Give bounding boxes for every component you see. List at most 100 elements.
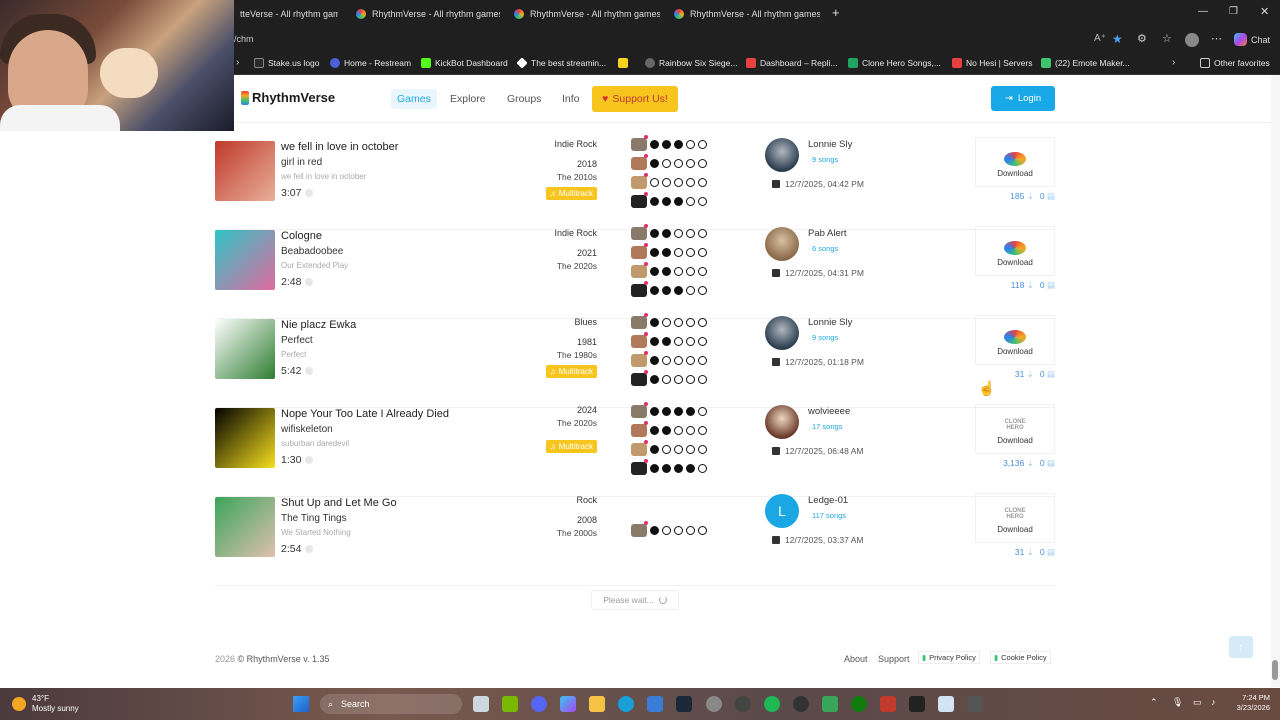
- p-app-icon[interactable]: [909, 696, 925, 712]
- nav-groups[interactable]: Groups: [501, 89, 547, 109]
- game-app-icon[interactable]: [880, 696, 896, 712]
- uploader-song-count[interactable]: 6 songs: [812, 244, 838, 253]
- taskbar-clock[interactable]: 7:24 PM 3/23/2026: [1228, 693, 1270, 713]
- xbox-icon[interactable]: [851, 696, 867, 712]
- song-artist[interactable]: The Ting Tings: [281, 513, 347, 524]
- song-row[interactable]: Cologne Beabadoobee Our Extended Play 2:…: [215, 224, 1055, 319]
- cookie-policy-link[interactable]: ▮ Cookie Policy: [990, 651, 1051, 664]
- tray-overflow-icon[interactable]: ⌃: [1150, 697, 1158, 708]
- song-title[interactable]: Nope Your Too Late I Already Died: [281, 408, 449, 420]
- nvidia-icon[interactable]: [502, 696, 518, 712]
- store-icon[interactable]: [647, 696, 663, 712]
- copilot-taskbar-icon[interactable]: [560, 696, 576, 712]
- extensions-icon[interactable]: ⚙: [1137, 32, 1147, 45]
- uploader-name[interactable]: Ledge-01: [808, 495, 848, 506]
- download-button[interactable]: Download: [975, 315, 1055, 365]
- song-row[interactable]: we fell in love in october girl in red w…: [215, 135, 1055, 230]
- song-artist[interactable]: wifiskeleton: [281, 424, 333, 435]
- bookmark-item[interactable]: Clone Hero Songs,...: [848, 56, 941, 70]
- song-artist[interactable]: Perfect: [281, 335, 313, 346]
- song-row[interactable]: Shut Up and Let Me Go The Ting Tings We …: [215, 493, 1055, 586]
- close-window-icon[interactable]: ✕: [1260, 5, 1269, 18]
- favorites-icon[interactable]: ☆: [1162, 32, 1172, 45]
- download-button[interactable]: CLONE HERO Download: [975, 493, 1055, 543]
- download-button[interactable]: Download: [975, 226, 1055, 276]
- uploader-avatar[interactable]: [765, 405, 799, 439]
- extra-app-icon[interactable]: [967, 696, 983, 712]
- uploader-avatar[interactable]: L: [765, 494, 799, 528]
- volume-icon[interactable]: ♪: [1211, 697, 1216, 707]
- footer-about-link[interactable]: About: [844, 654, 868, 664]
- scroll-to-top-button[interactable]: ↑: [1229, 636, 1253, 658]
- uploader-song-count[interactable]: 17 songs: [812, 422, 842, 431]
- bookmark-item[interactable]: (22) Emote Maker...: [1041, 56, 1130, 70]
- new-tab-button[interactable]: +: [832, 5, 840, 20]
- spotify-icon[interactable]: [764, 696, 780, 712]
- nav-info[interactable]: Info: [556, 89, 586, 109]
- album-cover[interactable]: [215, 319, 275, 379]
- uploader-name[interactable]: wolvieeee: [808, 406, 850, 417]
- weather-widget[interactable]: 43°F Mostly sunny: [12, 694, 79, 714]
- b-app-icon[interactable]: [822, 696, 838, 712]
- scrollbar-thumb[interactable]: [1272, 660, 1278, 680]
- browser-tab[interactable]: RhythmVerse - All rhythm games c✕: [350, 4, 500, 24]
- page-scrollbar[interactable]: [1271, 75, 1280, 687]
- uploader-song-count[interactable]: 9 songs: [812, 333, 838, 342]
- info-icon[interactable]: [305, 367, 314, 375]
- info-icon[interactable]: [305, 278, 314, 286]
- bookmark-item[interactable]: Rainbow Six Siege...: [645, 56, 737, 70]
- song-row[interactable]: Nope Your Too Late I Already Died wifisk…: [215, 402, 1055, 497]
- url-text[interactable]: /chm: [234, 34, 254, 44]
- song-title[interactable]: Cologne: [281, 230, 322, 242]
- bookmark-overflow-left-icon[interactable]: ›: [236, 57, 239, 68]
- mic-icon[interactable]: 🎙︎: [1172, 697, 1183, 708]
- profile-avatar[interactable]: [1185, 33, 1199, 47]
- bookmark-item[interactable]: Home - Restream: [330, 56, 411, 70]
- minimize-icon[interactable]: —: [1198, 6, 1208, 17]
- windows-start-icon[interactable]: [293, 696, 309, 712]
- uploader-song-count[interactable]: 117 songs: [812, 511, 846, 520]
- browser-tab[interactable]: RhythmVerse - All rhythm games c✕: [508, 4, 660, 24]
- monitor-icon[interactable]: ▭: [1193, 697, 1202, 708]
- song-row[interactable]: Nie placz Ewka Perfect Perfect 5:42 Blue…: [215, 313, 1055, 408]
- song-title[interactable]: Shut Up and Let Me Go: [281, 497, 397, 509]
- login-button[interactable]: ⇥ Login: [991, 86, 1055, 111]
- song-artist[interactable]: Beabadoobee: [281, 246, 343, 257]
- read-aloud-icon[interactable]: A⁺: [1094, 33, 1106, 44]
- browser-tab[interactable]: RhythmVerse - All rhythm games c✕: [668, 4, 820, 24]
- download-button[interactable]: CLONE HERO Download: [975, 404, 1055, 454]
- info-icon[interactable]: [305, 189, 314, 197]
- taskbar-search[interactable]: ⌕ Search: [320, 694, 462, 714]
- album-cover[interactable]: [215, 408, 275, 468]
- copilot-chat-button[interactable]: Chat: [1234, 33, 1270, 46]
- album-cover[interactable]: [215, 497, 275, 557]
- album-cover[interactable]: [215, 230, 275, 290]
- uploader-avatar[interactable]: [765, 227, 799, 261]
- task-view-icon[interactable]: [473, 696, 489, 712]
- site-logo[interactable]: RhythmVerse: [241, 90, 335, 105]
- other-favorites[interactable]: Other favorites: [1200, 56, 1270, 70]
- settings-icon[interactable]: [735, 696, 751, 712]
- song-title[interactable]: Nie placz Ewka: [281, 319, 356, 331]
- privacy-policy-link[interactable]: ▮ Privacy Policy: [918, 651, 980, 664]
- song-title[interactable]: we fell in love in october: [281, 141, 398, 153]
- nav-games[interactable]: Games: [391, 89, 437, 109]
- footer-support-link[interactable]: Support: [878, 654, 910, 664]
- info-icon[interactable]: [305, 456, 314, 464]
- bookmark-item[interactable]: KickBot Dashboard: [421, 56, 508, 70]
- favorite-star-icon[interactable]: ★: [1112, 32, 1123, 46]
- file-explorer-icon[interactable]: [589, 696, 605, 712]
- window-app-icon[interactable]: [938, 696, 954, 712]
- uploader-name[interactable]: Pab Alert: [808, 228, 847, 239]
- bookmark-item[interactable]: Stake.us logo: [254, 56, 320, 70]
- more-menu-icon[interactable]: ⋯: [1211, 32, 1222, 45]
- browser-tab[interactable]: tteVerse - All rhythm games c✕: [234, 4, 338, 24]
- bookmark-overflow-right-icon[interactable]: ›: [1172, 57, 1175, 68]
- bookmark-item[interactable]: Dashboard – Repli...: [746, 56, 838, 70]
- bookmark-item[interactable]: [618, 56, 628, 70]
- 4k-app-icon[interactable]: [793, 696, 809, 712]
- uploader-name[interactable]: Lonnie Sly: [808, 317, 852, 328]
- support-us-button[interactable]: ♥ Support Us!: [592, 86, 678, 112]
- song-artist[interactable]: girl in red: [281, 157, 322, 168]
- download-button[interactable]: Download: [975, 137, 1055, 187]
